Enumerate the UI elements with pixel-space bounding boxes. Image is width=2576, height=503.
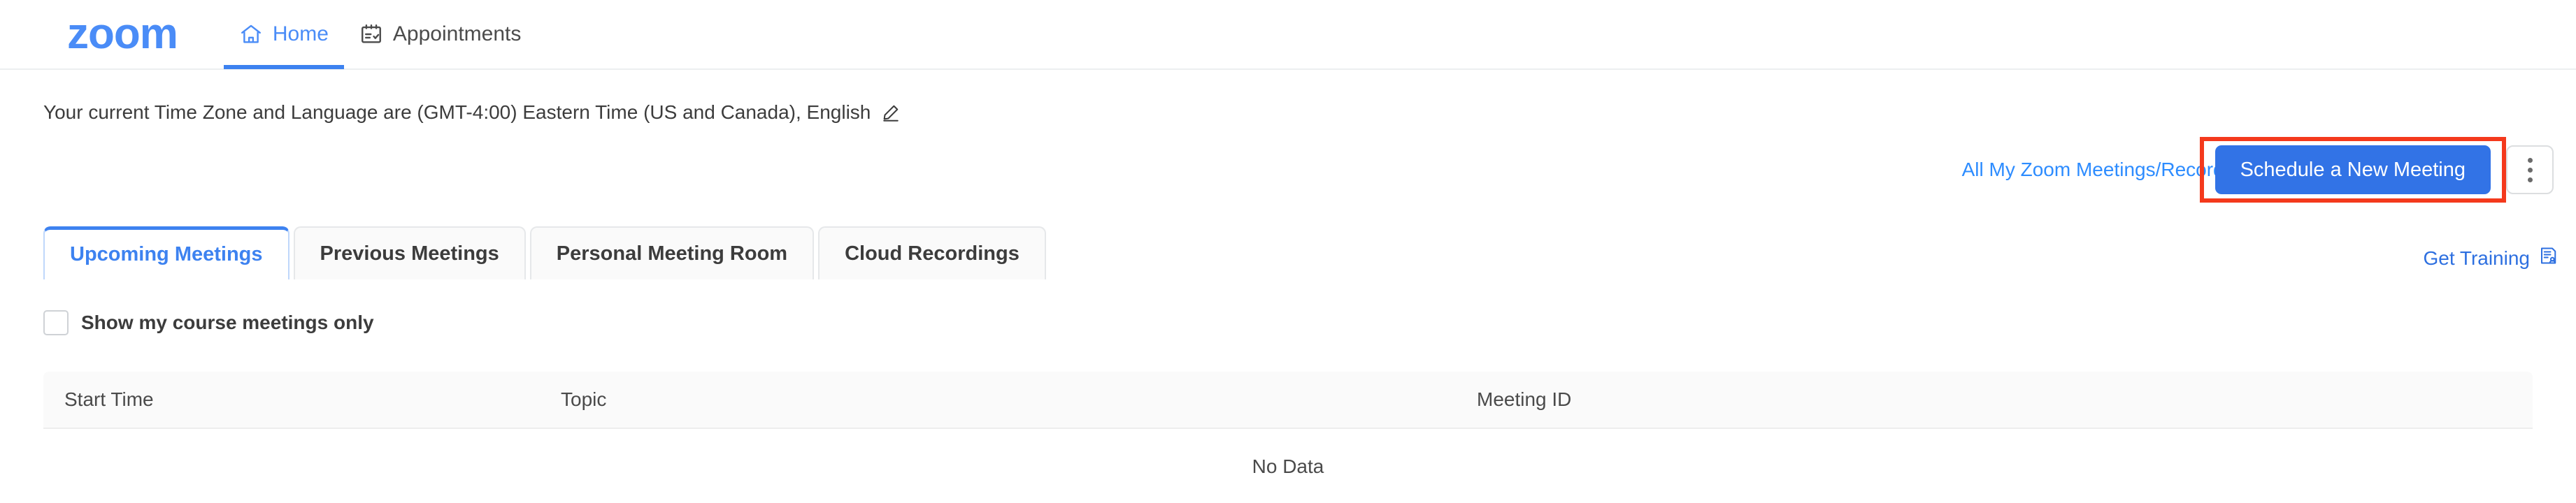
top-navigation-bar: zoom Home Appointments bbox=[0, 0, 2576, 70]
more-vertical-icon-dot bbox=[2527, 167, 2533, 173]
get-training-link[interactable]: Get Training bbox=[2423, 245, 2559, 271]
timezone-line: Your current Time Zone and Language are … bbox=[43, 101, 2576, 124]
nav-item-appointments-label: Appointments bbox=[392, 22, 522, 45]
more-vertical-icon-dot bbox=[2527, 157, 2533, 163]
calendar-check-icon bbox=[359, 22, 383, 46]
action-row: All My Zoom Meetings/Recordings Schedule… bbox=[0, 137, 2576, 207]
tab-upcoming-meetings[interactable]: Upcoming Meetings bbox=[43, 226, 289, 279]
pencil-edit-icon[interactable] bbox=[880, 102, 901, 123]
meetings-table: Start Time Topic Meeting ID No Data bbox=[43, 372, 2533, 503]
show-my-course-meetings-checkbox[interactable] bbox=[43, 310, 69, 335]
zoom-logo[interactable]: zoom bbox=[67, 13, 178, 56]
tab-personal-meeting-room[interactable]: Personal Meeting Room bbox=[529, 226, 815, 279]
more-vertical-icon-dot bbox=[2527, 177, 2533, 182]
main-nav: Home Appointments bbox=[223, 0, 536, 69]
schedule-new-meeting-button[interactable]: Schedule a New Meeting bbox=[2214, 145, 2491, 194]
get-training-label: Get Training bbox=[2423, 247, 2530, 269]
home-icon bbox=[239, 22, 263, 46]
column-header-start-time: Start Time bbox=[64, 388, 154, 410]
nav-item-home-label: Home bbox=[272, 22, 329, 45]
schedule-button-wrapper: Schedule a New Meeting bbox=[2199, 137, 2506, 203]
show-my-course-meetings-label: Show my course meetings only bbox=[81, 312, 374, 333]
nav-item-appointments[interactable]: Appointments bbox=[344, 0, 536, 69]
meetings-table-header: Start Time Topic Meeting ID bbox=[43, 372, 2533, 429]
training-document-icon bbox=[2538, 245, 2559, 271]
more-options-button[interactable] bbox=[2506, 145, 2554, 194]
course-meetings-filter-row: Show my course meetings only bbox=[43, 309, 2576, 337]
tab-previous-meetings[interactable]: Previous Meetings bbox=[293, 226, 526, 279]
tab-cloud-recordings[interactable]: Cloud Recordings bbox=[818, 226, 1046, 279]
column-header-meeting-id: Meeting ID bbox=[1477, 388, 1572, 410]
timezone-text: Your current Time Zone and Language are … bbox=[43, 101, 871, 123]
nav-item-home[interactable]: Home bbox=[223, 0, 344, 69]
empty-state-message: No Data bbox=[1252, 455, 1324, 477]
tab-bar: Upcoming Meetings Previous Meetings Pers… bbox=[0, 217, 2576, 279]
column-header-topic: Topic bbox=[561, 388, 607, 410]
